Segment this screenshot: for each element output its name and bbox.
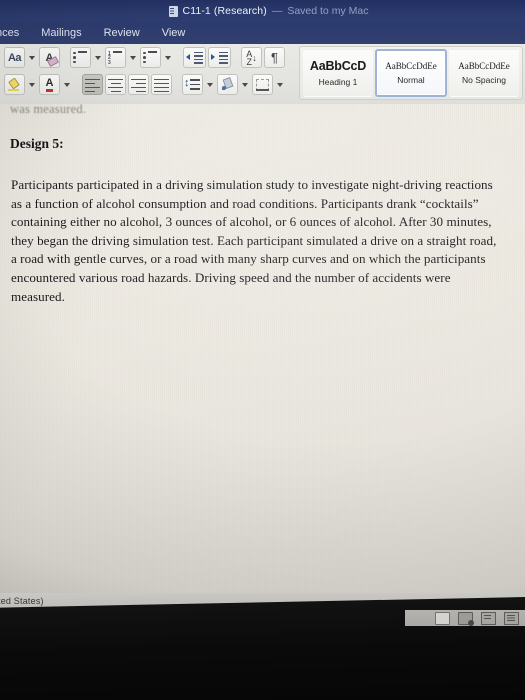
style-name-heading-1: Heading 1 <box>318 77 358 87</box>
multilevel-list-icon <box>143 51 158 64</box>
align-right-button[interactable] <box>128 74 149 95</box>
shading-icon <box>221 78 235 91</box>
line-spacing-icon <box>184 77 200 91</box>
save-status-text: Saved to my Mac <box>287 5 369 17</box>
decrease-indent-button[interactable] <box>183 47 206 68</box>
text-highlight-button[interactable] <box>4 74 25 95</box>
align-center-button[interactable] <box>105 74 126 95</box>
tab-references[interactable]: nces <box>0 22 30 44</box>
style-heading-1[interactable]: AaBbCcD Heading 1 <box>303 49 373 97</box>
borders-icon <box>256 78 269 91</box>
tab-review[interactable]: Review <box>93 22 151 44</box>
style-sample-heading-1: AaBbCcD <box>309 59 367 73</box>
decrease-indent-icon <box>186 51 203 64</box>
increase-indent-icon <box>211 51 228 64</box>
change-case-icon: Aa <box>7 51 22 64</box>
document-title-text: C11-1 (Research) <box>182 5 267 17</box>
numbering-button[interactable]: 123 <box>105 47 126 68</box>
ribbon-row-bottom: A <box>0 74 285 95</box>
document-page[interactable]: was measured. Design 5: Participants par… <box>0 104 525 593</box>
style-no-spacing[interactable]: AaBbCcDdEe No Spacing <box>449 49 519 97</box>
justify-button[interactable] <box>151 74 172 95</box>
borders-button[interactable] <box>252 74 273 95</box>
outline-view-icon[interactable] <box>481 611 496 625</box>
title-dash: — <box>271 5 283 17</box>
font-color-button[interactable]: A <box>39 74 60 95</box>
increase-indent-button[interactable] <box>208 47 231 68</box>
numbered-list-icon: 123 <box>108 51 123 65</box>
align-left-icon <box>85 78 100 93</box>
highlight-icon <box>8 78 21 91</box>
pilcrow-icon: ¶ <box>271 50 278 65</box>
tab-mailings[interactable]: Mailings <box>30 22 92 44</box>
align-right-icon <box>131 78 146 93</box>
multilevel-list-button[interactable] <box>140 47 161 68</box>
shading-button[interactable] <box>217 74 238 95</box>
font-color-icon: A <box>45 77 53 92</box>
font-color-chevron-icon[interactable] <box>64 82 70 87</box>
style-normal[interactable]: AaBbCcDdEe Normal <box>375 49 447 97</box>
bulleted-list-icon <box>73 51 88 64</box>
line-spacing-button[interactable] <box>182 74 203 95</box>
change-case-chevron-icon[interactable] <box>29 55 35 60</box>
style-sample-no-spacing: AaBbCcDdEe <box>458 61 510 71</box>
bullets-chevron-icon[interactable] <box>95 55 101 60</box>
screen-photo: C11-1 (Research) — Saved to my Mac nces … <box>0 0 525 700</box>
clear-formatting-icon: A <box>45 51 54 64</box>
styles-gallery: AaBbCcD Heading 1 AaBbCcDdEe Normal AaBb… <box>299 46 523 100</box>
language-status[interactable]: ted States) <box>0 596 44 606</box>
ribbon-tab-strip: nces Mailings Review View <box>0 22 525 44</box>
line-spacing-chevron-icon[interactable] <box>207 82 213 87</box>
ribbon: Aa A 123 A Z ↓ ¶ A ↕ AaBbCcD Heading 1 A… <box>0 44 525 105</box>
document-heading: Design 5: <box>10 136 64 151</box>
tab-view[interactable]: View <box>151 22 197 44</box>
style-name-normal: Normal <box>397 75 425 85</box>
numbering-chevron-icon[interactable] <box>130 55 136 60</box>
show-formatting-marks-button[interactable]: ¶ <box>264 47 285 68</box>
clipped-text-above: was measured. <box>10 104 87 116</box>
borders-chevron-icon[interactable] <box>277 82 283 87</box>
web-layout-view-icon[interactable] <box>458 611 474 626</box>
print-layout-view-icon[interactable] <box>435 611 450 625</box>
bullets-button[interactable] <box>70 47 91 68</box>
change-case-button[interactable]: Aa <box>4 47 25 68</box>
shading-chevron-icon[interactable] <box>242 82 248 87</box>
justify-icon <box>154 78 169 93</box>
style-sample-normal: AaBbCcDdEe <box>385 61 437 71</box>
window-title: C11-1 (Research) — Saved to my Mac <box>168 5 369 17</box>
style-name-no-spacing: No Spacing <box>462 75 506 85</box>
multilevel-chevron-icon[interactable] <box>165 55 171 60</box>
align-center-icon <box>108 78 123 93</box>
document-icon <box>168 5 178 17</box>
highlight-chevron-icon[interactable] <box>29 82 35 87</box>
clear-formatting-button[interactable]: A <box>39 47 60 68</box>
document-paragraph: Participants participated in a driving s… <box>11 177 497 304</box>
ribbon-row-top: Aa A 123 A Z ↓ ¶ <box>0 47 285 68</box>
align-left-button[interactable] <box>82 74 103 95</box>
sort-button[interactable]: AZ ↓ <box>241 47 262 68</box>
view-mode-bar <box>405 610 525 626</box>
window-title-bar: C11-1 (Research) — Saved to my Mac <box>0 0 525 22</box>
draft-view-icon[interactable] <box>504 611 519 625</box>
